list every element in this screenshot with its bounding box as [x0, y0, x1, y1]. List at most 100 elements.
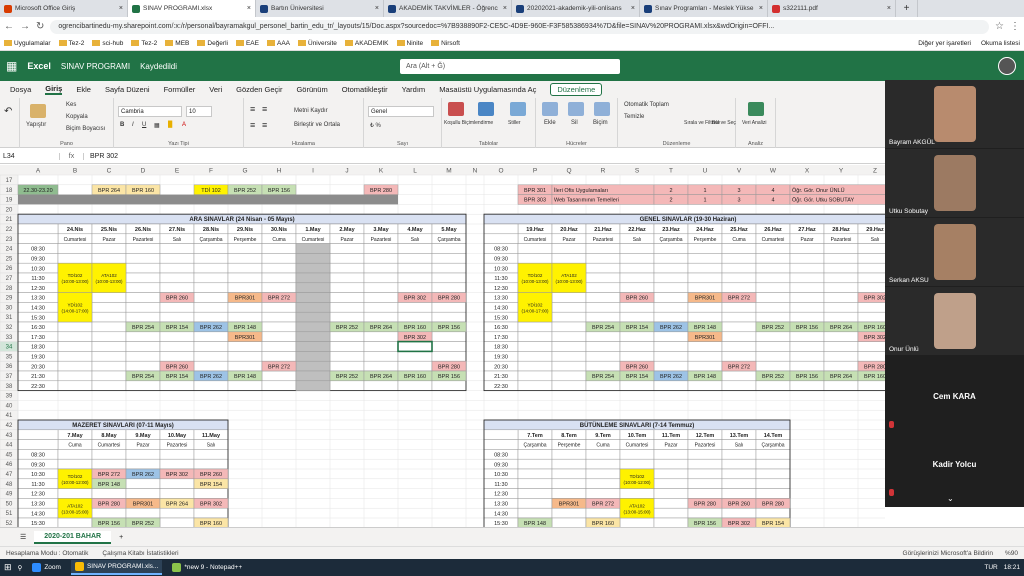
- participant-video[interactable]: Bayram AKGÜL: [885, 80, 1024, 148]
- slot-cell[interactable]: [653, 272, 689, 284]
- insert-cells-icon[interactable]: [542, 102, 558, 116]
- slot-cell[interactable]: [585, 488, 621, 499]
- slot-cell[interactable]: [857, 262, 885, 274]
- slot-cell[interactable]: [193, 253, 229, 264]
- slot-cell[interactable]: [517, 478, 553, 489]
- slot-cell[interactable]: [261, 282, 297, 293]
- column-header[interactable]: N: [473, 168, 478, 175]
- slot-cell[interactable]: [91, 341, 127, 352]
- cell[interactable]: [483, 223, 519, 235]
- forward-icon[interactable]: →: [20, 21, 30, 32]
- workbook-stats[interactable]: Çalışma Kitabı İstatistikleri: [102, 550, 178, 557]
- column-header[interactable]: Q: [566, 168, 571, 175]
- slot-cell[interactable]: [227, 243, 263, 254]
- slot-cell[interactable]: [687, 360, 723, 372]
- slot-cell[interactable]: [823, 331, 859, 342]
- slot-cell[interactable]: [653, 488, 689, 499]
- slot-cell[interactable]: [551, 311, 587, 323]
- slot-cell[interactable]: [721, 458, 757, 470]
- slot-cell[interactable]: [687, 468, 723, 480]
- slot-cell[interactable]: [755, 478, 791, 489]
- font-size-select[interactable]: 10: [186, 106, 212, 117]
- slot-cell[interactable]: [91, 380, 127, 391]
- slot-cell[interactable]: [653, 468, 689, 480]
- slot-cell[interactable]: [755, 488, 791, 499]
- slot-cell[interactable]: [789, 380, 825, 391]
- browser-tab[interactable]: SINAV PROGRAMI.xlsx ×: [128, 0, 256, 17]
- font-select[interactable]: Cambria: [118, 106, 182, 117]
- font-color-icon[interactable]: A: [182, 122, 186, 128]
- slot-cell[interactable]: [585, 507, 621, 519]
- slot-cell[interactable]: [159, 272, 195, 284]
- slot-cell[interactable]: [551, 517, 587, 527]
- slot-cell[interactable]: [585, 458, 621, 470]
- ribbon-tab[interactable]: Giriş: [45, 84, 63, 95]
- holiday-cell[interactable]: [295, 292, 331, 303]
- slot-cell[interactable]: [125, 488, 161, 499]
- slot-cell[interactable]: [721, 341, 757, 352]
- slot-cell[interactable]: [363, 341, 399, 352]
- holiday-cell[interactable]: [295, 370, 331, 382]
- browser-tab[interactable]: Bartın Üniversitesi ×: [256, 0, 384, 17]
- slot-cell[interactable]: [125, 449, 161, 460]
- slot-cell[interactable]: [329, 380, 365, 391]
- slot-cell[interactable]: [585, 243, 621, 254]
- paste-button[interactable]: Yapıştır: [26, 122, 46, 128]
- slot-cell[interactable]: [431, 302, 467, 313]
- align-center-icon[interactable]: ≡: [262, 120, 267, 130]
- slot-cell[interactable]: [653, 458, 689, 470]
- holiday-cell[interactable]: [295, 262, 331, 274]
- slot-cell[interactable]: [755, 468, 791, 480]
- feedback-link[interactable]: Görüşlerinizi Microsoft'a Bildirin: [903, 550, 993, 557]
- slot-cell[interactable]: [823, 292, 859, 303]
- column-header[interactable]: H: [277, 168, 282, 175]
- slot-cell[interactable]: [585, 272, 621, 284]
- slot-cell[interactable]: [823, 253, 859, 264]
- slot-cell[interactable]: [397, 282, 433, 293]
- slot-cell[interactable]: [125, 507, 161, 519]
- add-sheet-icon[interactable]: +: [119, 534, 123, 541]
- holiday-cell[interactable]: [295, 272, 331, 284]
- slot-cell[interactable]: [755, 253, 791, 264]
- slot-cell[interactable]: [517, 370, 553, 382]
- ribbon-tab[interactable]: Yardım: [402, 85, 426, 94]
- slot-cell[interactable]: [721, 331, 757, 342]
- slot-cell[interactable]: [329, 272, 365, 284]
- format-cells-icon[interactable]: [594, 102, 610, 116]
- slot-cell[interactable]: [431, 311, 467, 323]
- slot-cell[interactable]: [227, 380, 263, 391]
- slot-cell[interactable]: [159, 341, 195, 352]
- slot-cell[interactable]: [789, 311, 825, 323]
- slot-cell[interactable]: [125, 458, 161, 470]
- slot-cell[interactable]: [551, 478, 587, 489]
- slot-cell[interactable]: [193, 449, 229, 460]
- slot-cell[interactable]: [551, 331, 587, 342]
- holiday-cell[interactable]: [295, 253, 331, 264]
- slot-cell[interactable]: [585, 351, 621, 362]
- slot-cell[interactable]: [193, 292, 229, 303]
- slot-cell[interactable]: [585, 478, 621, 489]
- slot-cell[interactable]: [619, 380, 655, 391]
- slot-cell[interactable]: [159, 262, 195, 274]
- slot-cell[interactable]: [687, 302, 723, 313]
- slot-cell[interactable]: [857, 311, 885, 323]
- slot-cell[interactable]: [551, 243, 587, 254]
- taskbar-chrome[interactable]: SINAV PROGRAMI.xls...: [70, 560, 163, 575]
- slot-cell[interactable]: [261, 331, 297, 342]
- slot-cell[interactable]: [397, 262, 433, 274]
- slot-cell[interactable]: [789, 341, 825, 352]
- ribbon-tab[interactable]: Ekle: [76, 85, 91, 94]
- slot-cell[interactable]: [91, 321, 127, 333]
- avatar[interactable]: [998, 57, 1016, 75]
- slot-cell[interactable]: [789, 243, 825, 254]
- new-tab-button[interactable]: +: [896, 0, 918, 17]
- slot-cell[interactable]: [91, 360, 127, 372]
- bookmark-item[interactable]: AKADEMIK: [344, 40, 389, 47]
- slot-cell[interactable]: [91, 302, 127, 313]
- slot-cell[interactable]: [619, 272, 655, 284]
- slot-cell[interactable]: [517, 360, 553, 372]
- bookmark-item[interactable]: Diğer yer işaretleri: [918, 40, 971, 47]
- holiday-cell[interactable]: [295, 341, 331, 352]
- column-header[interactable]: G: [242, 168, 247, 175]
- styles-button[interactable]: Stiller: [508, 120, 521, 126]
